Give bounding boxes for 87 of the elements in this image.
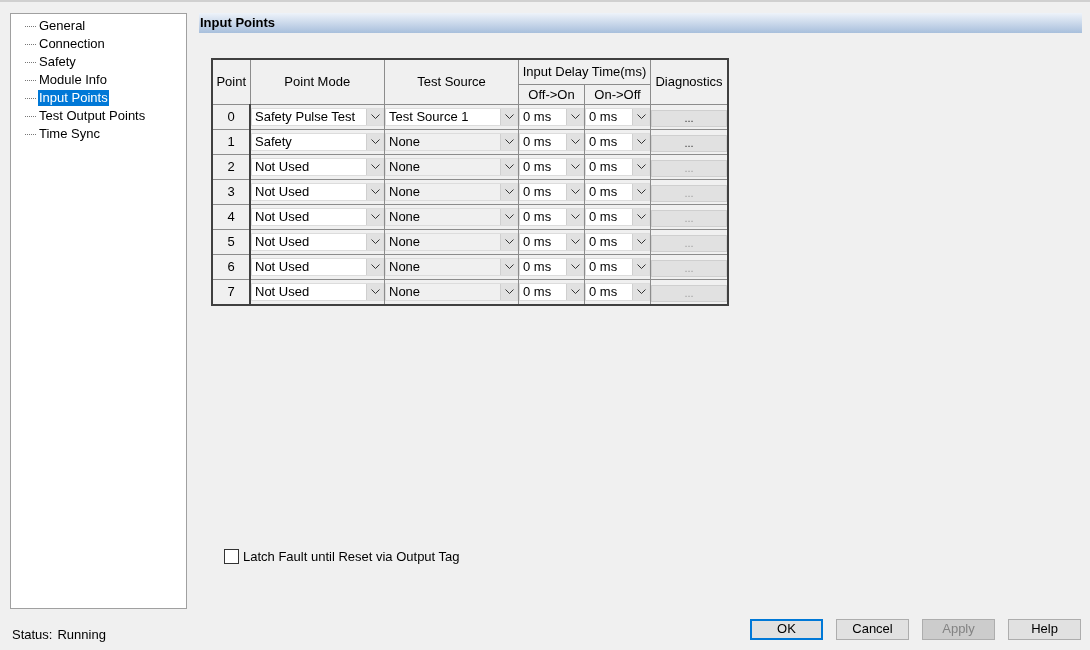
checkbox[interactable]	[224, 548, 239, 564]
column-header: Input Delay Time(ms)	[518, 59, 651, 84]
dropdown[interactable]: 0 ms	[585, 283, 650, 301]
chevron-down-icon	[504, 164, 514, 170]
dropdown[interactable]: Not Used	[251, 258, 384, 276]
chevron-down-icon	[370, 139, 380, 145]
status-label: Status:	[12, 626, 53, 645]
dropdown[interactable]: 0 ms	[519, 283, 584, 301]
dropdown[interactable]: Not Used	[251, 208, 384, 226]
dropdown[interactable]: Safety	[251, 133, 384, 151]
chevron-down-icon	[370, 189, 380, 195]
dropdown[interactable]: 0 ms	[519, 208, 584, 226]
dropdown[interactable]: 0 ms	[585, 133, 650, 151]
chevron-down-icon	[504, 264, 514, 270]
dropdown[interactable]: Test Source 1	[385, 108, 518, 126]
chevron-down-icon	[570, 214, 580, 220]
chevron-down-icon	[504, 214, 514, 220]
point-cell: 5	[212, 229, 250, 255]
point-cell: 4	[212, 204, 250, 230]
dropdown[interactable]: 0 ms	[585, 158, 650, 176]
chevron-down-icon	[504, 289, 514, 295]
tree-item[interactable]: Safety	[38, 54, 77, 70]
dropdown[interactable]: 0 ms	[519, 258, 584, 276]
tree-item[interactable]: Input Points	[38, 90, 109, 106]
chevron-down-icon	[570, 239, 580, 245]
point-cell: 7	[212, 279, 250, 305]
chevron-down-icon	[504, 114, 514, 120]
dropdown[interactable]: 0 ms	[519, 133, 584, 151]
point-cell: 3	[212, 179, 250, 205]
tree-item[interactable]: Test Output Points	[38, 108, 147, 124]
chevron-down-icon	[370, 264, 380, 270]
column-header: Test Source	[384, 59, 519, 105]
tree-item[interactable]: Time Sync	[38, 126, 101, 142]
dropdown[interactable]: 0 ms	[585, 108, 650, 126]
chevron-down-icon	[504, 139, 514, 145]
chevron-down-icon	[636, 289, 646, 295]
checkbox-label: Latch Fault until Reset via Output Tag	[243, 547, 460, 566]
chevron-down-icon	[636, 189, 646, 195]
chevron-down-icon	[570, 114, 580, 120]
dropdown[interactable]: 0 ms	[519, 183, 584, 201]
section-title: Input Points	[200, 14, 276, 33]
chevron-down-icon	[370, 114, 380, 120]
chevron-down-icon	[636, 139, 646, 145]
dropdown[interactable]: 0 ms	[585, 258, 650, 276]
chevron-down-icon	[370, 239, 380, 245]
status-value: Running	[57, 626, 106, 645]
chevron-down-icon	[370, 214, 380, 220]
dropdown[interactable]: Not Used	[251, 183, 384, 201]
chevron-down-icon	[636, 239, 646, 245]
dropdown[interactable]: Not Used	[251, 233, 384, 251]
tree-item[interactable]: Connection	[38, 36, 106, 52]
dropdown[interactable]: 0 ms	[585, 208, 650, 226]
chevron-down-icon	[636, 264, 646, 270]
chevron-down-icon	[504, 239, 514, 245]
dropdown[interactable]: 0 ms	[519, 158, 584, 176]
dropdown[interactable]: Safety Pulse Test	[251, 108, 384, 126]
chevron-down-icon	[570, 264, 580, 270]
chevron-down-icon	[570, 139, 580, 145]
dropdown[interactable]: Not Used	[251, 283, 384, 301]
dialog-button[interactable]: Help	[1008, 618, 1081, 640]
chevron-down-icon	[570, 164, 580, 170]
tree-item[interactable]: Module Info	[38, 72, 108, 88]
diagnostics-button[interactable]: ...	[651, 109, 727, 127]
chevron-down-icon	[636, 164, 646, 170]
tree-item[interactable]: General	[38, 18, 87, 34]
dropdown[interactable]: 0 ms	[519, 233, 584, 251]
dialog-button[interactable]: Cancel	[836, 618, 909, 640]
point-cell: 1	[212, 129, 250, 155]
diagnostics-button[interactable]: ...	[651, 134, 727, 152]
chevron-down-icon	[570, 289, 580, 295]
chevron-down-icon	[370, 164, 380, 170]
point-cell: 2	[212, 154, 250, 180]
dropdown[interactable]: Not Used	[251, 158, 384, 176]
column-header: Point	[212, 59, 250, 105]
chevron-down-icon	[504, 189, 514, 195]
point-cell: 6	[212, 254, 250, 280]
chevron-down-icon	[570, 189, 580, 195]
chevron-down-icon	[636, 214, 646, 220]
chevron-down-icon	[370, 289, 380, 295]
dropdown[interactable]: 0 ms	[585, 233, 650, 251]
column-header: Diagnostics	[650, 59, 728, 105]
dropdown[interactable]: 0 ms	[519, 108, 584, 126]
point-cell: 0	[212, 104, 250, 130]
chevron-down-icon	[636, 114, 646, 120]
dropdown[interactable]: 0 ms	[585, 183, 650, 201]
dialog-button[interactable]: OK	[750, 618, 823, 640]
column-header: Point Mode	[250, 59, 385, 105]
